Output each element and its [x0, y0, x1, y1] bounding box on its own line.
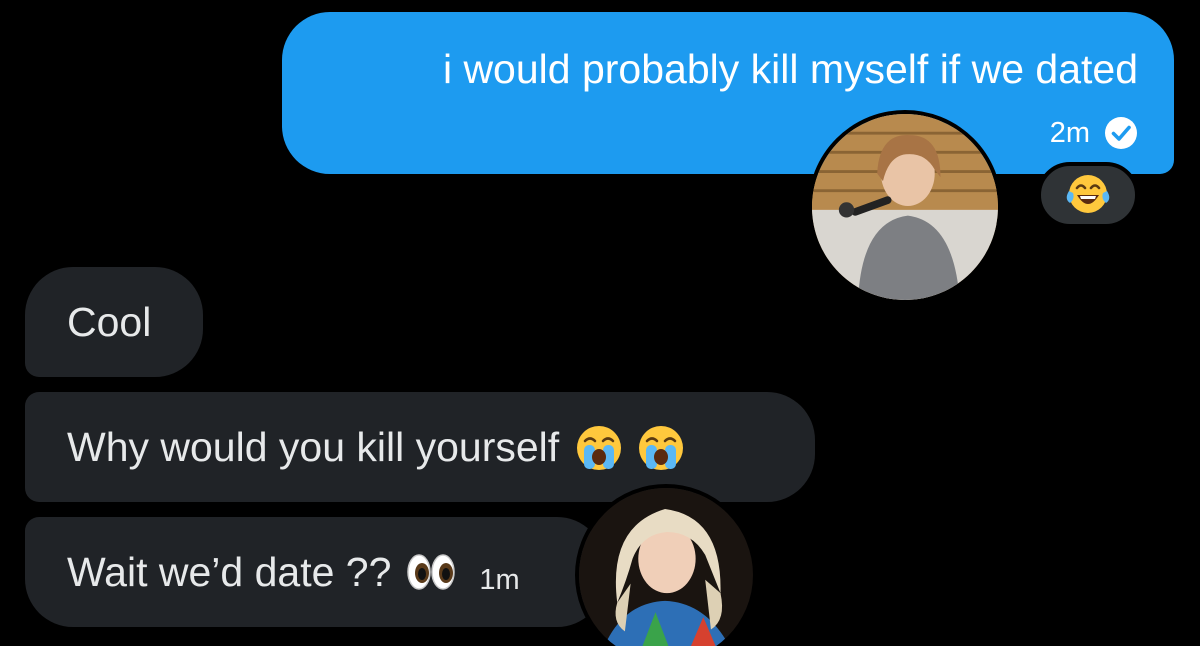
message-reaction[interactable]	[1037, 162, 1139, 228]
laughing-tears-emoji-icon	[1064, 169, 1112, 222]
sent-message-time: 2m	[1049, 117, 1090, 149]
loudly-crying-emoji-icon	[635, 421, 687, 473]
received-message-text: Why would you kill yourself	[67, 424, 560, 470]
dm-conversation: i would probably kill myself if we dated…	[0, 0, 1200, 646]
sent-message-bubble[interactable]: i would probably kill myself if we dated…	[282, 12, 1174, 174]
received-message-text: Wait we’d date ??	[67, 549, 392, 595]
received-message-time: 1m	[479, 564, 520, 596]
check-circle-icon	[1104, 116, 1138, 150]
sent-message-text: i would probably kill myself if we dated	[442, 46, 1138, 92]
received-message-bubble[interactable]: Why would you kill yourself	[25, 392, 815, 502]
avatar-read-receipt[interactable]	[575, 484, 757, 646]
sent-message-meta: 2m	[1050, 116, 1138, 150]
received-message-text: Cool	[67, 299, 152, 345]
avatar-read-receipt[interactable]	[808, 110, 1002, 304]
received-message-bubble[interactable]: Wait we’d date ?? 1m	[25, 517, 605, 627]
loudly-crying-emoji-icon	[573, 421, 625, 473]
eyes-emoji-icon	[405, 546, 457, 598]
received-message-bubble[interactable]: Cool	[25, 267, 203, 377]
